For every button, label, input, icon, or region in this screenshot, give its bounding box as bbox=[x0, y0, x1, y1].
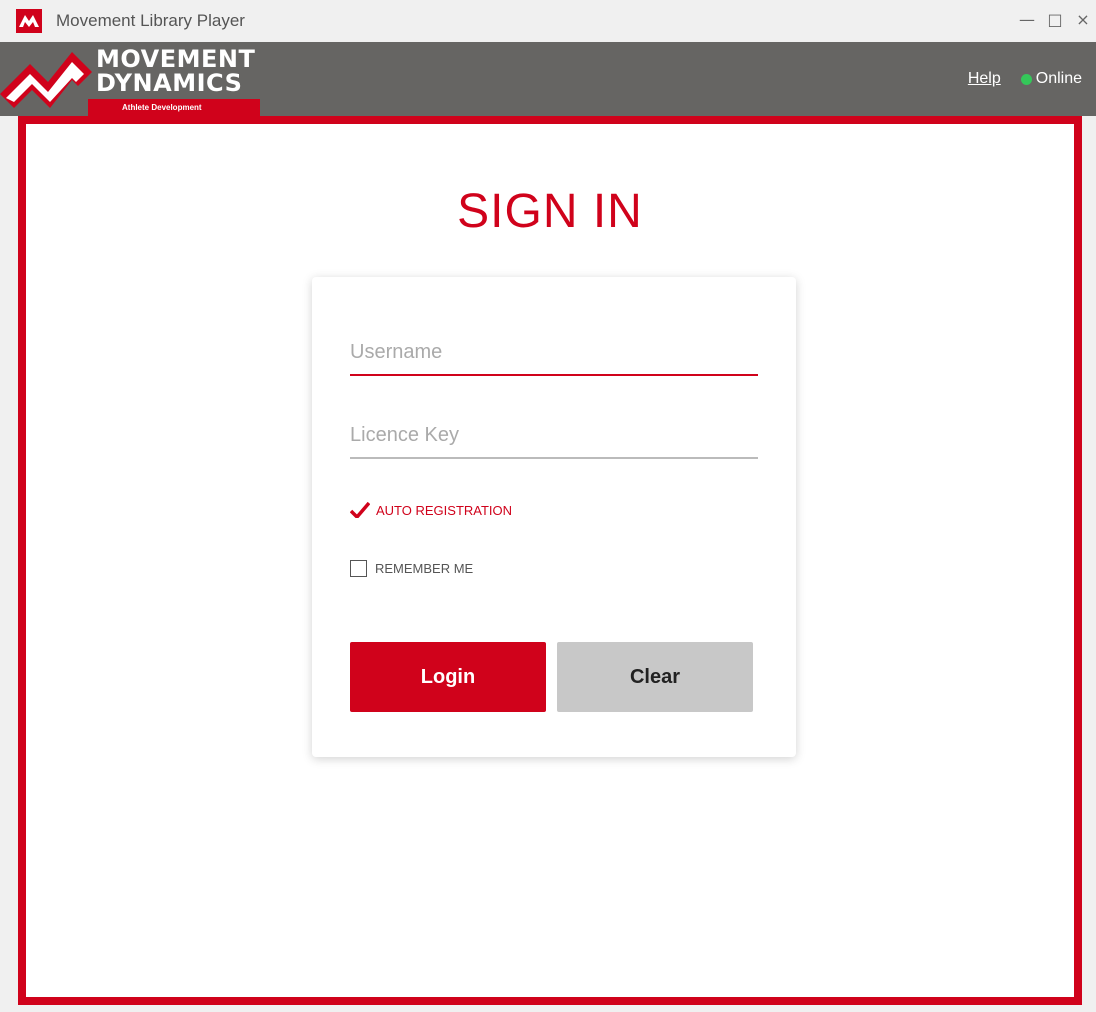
remember-me-label: REMEMBER ME bbox=[375, 561, 474, 576]
username-underline bbox=[350, 374, 758, 376]
window-controls: — □ × bbox=[1018, 10, 1092, 29]
md-logo-mark-icon bbox=[0, 52, 92, 108]
username-input[interactable] bbox=[350, 335, 758, 374]
remember-me-checkbox[interactable]: REMEMBER ME bbox=[350, 560, 473, 577]
clear-button[interactable]: Clear bbox=[557, 642, 753, 712]
page-title: SIGN IN bbox=[457, 185, 643, 238]
licence-field-wrapper bbox=[350, 418, 758, 459]
checkmark-icon bbox=[350, 502, 370, 518]
online-status-dot-icon bbox=[1020, 73, 1032, 85]
minimize-button[interactable]: — bbox=[1018, 10, 1036, 29]
main-content-frame: SIGN IN AUTO REGISTRATION REMEMBER ME Lo… bbox=[18, 116, 1082, 1005]
header-actions: Help Online bbox=[968, 70, 1082, 88]
licence-underline bbox=[350, 457, 758, 459]
window-title: Movement Library Player bbox=[56, 11, 245, 30]
licence-key-input[interactable] bbox=[350, 418, 758, 457]
app-header: MOVEMENT DYNAMICS Athlete Development He… bbox=[0, 42, 1096, 116]
login-button[interactable]: Login bbox=[350, 642, 546, 712]
auto-registration-label: AUTO REGISTRATION bbox=[376, 502, 513, 518]
brand-name-line2: DYNAMICS bbox=[96, 69, 243, 97]
maximize-button[interactable]: □ bbox=[1046, 10, 1064, 29]
app-logo-icon bbox=[16, 9, 42, 33]
help-link[interactable]: Help bbox=[968, 70, 1001, 88]
brand-tagline: Athlete Development bbox=[88, 99, 260, 116]
checkbox-empty-icon bbox=[350, 560, 367, 577]
window-titlebar: Movement Library Player — □ × bbox=[0, 0, 1096, 42]
auto-registration-checkbox[interactable]: AUTO REGISTRATION bbox=[350, 502, 512, 518]
online-status-label: Online bbox=[1035, 70, 1082, 87]
brand-logo: MOVEMENT DYNAMICS Athlete Development bbox=[0, 42, 260, 116]
close-button[interactable]: × bbox=[1074, 10, 1092, 29]
signin-card: AUTO REGISTRATION REMEMBER ME Login Clea… bbox=[312, 277, 796, 757]
username-field-wrapper bbox=[350, 335, 758, 376]
